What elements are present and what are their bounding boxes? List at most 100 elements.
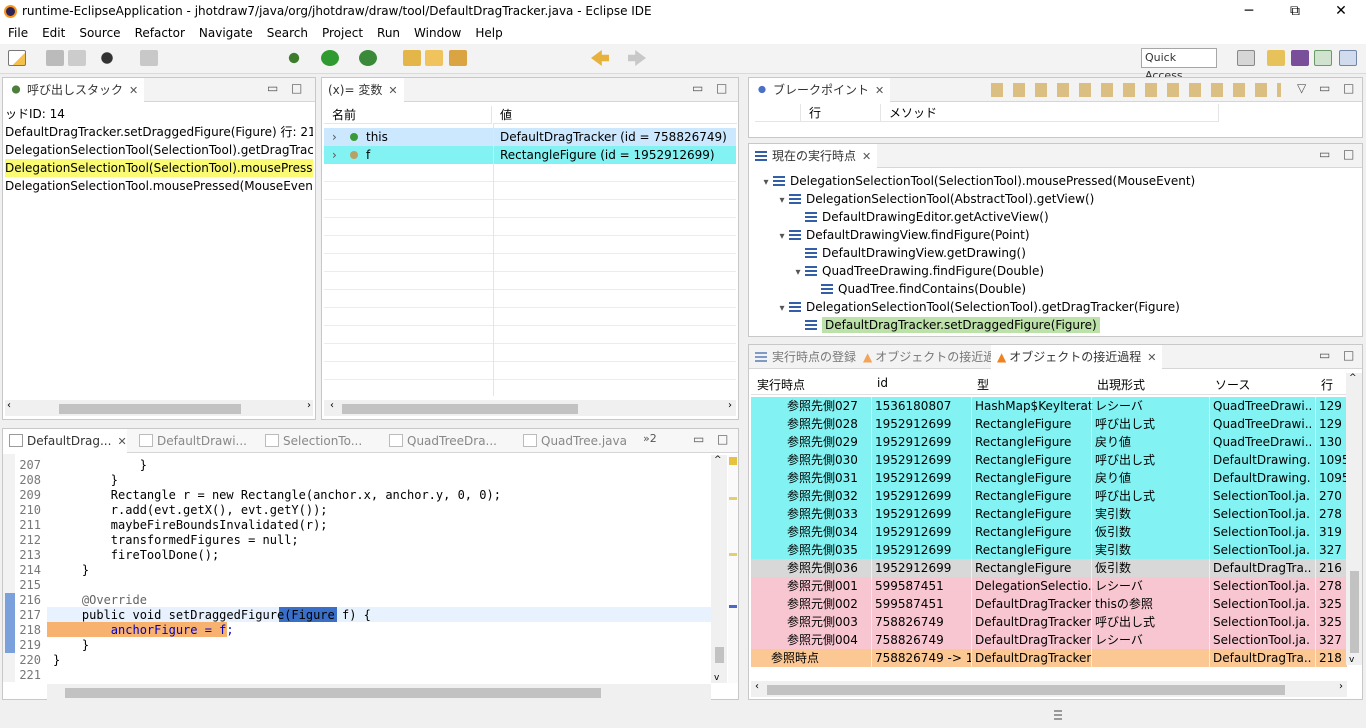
- horizontal-scrollbar[interactable]: ‹ ›: [751, 681, 1347, 697]
- code-line[interactable]: }: [53, 653, 60, 667]
- menu-project[interactable]: Project: [315, 24, 370, 42]
- annotation-marker[interactable]: [729, 497, 737, 500]
- maximize-icon[interactable]: □: [291, 81, 302, 95]
- table-row[interactable]: 参照先側027 1536180807 HashMap$KeyIterat... レシー…: [751, 397, 1347, 415]
- minimize-button[interactable]: ─: [1226, 0, 1272, 24]
- table-row[interactable]: 参照先側035 1952912699 RectangleFigure 実引数 Selec…: [751, 541, 1347, 559]
- tree-node[interactable]: DefaultDrawingView.getDrawing(): [791, 244, 1026, 262]
- vertical-scrollbar[interactable]: ^ v: [711, 455, 727, 683]
- tab-register-exec-point[interactable]: 実行時点の登録: [749, 345, 862, 369]
- table-row[interactable]: 参照元側003 758826749 DefaultDragTracker 呼び出し式 S…: [751, 613, 1347, 631]
- profile-icon[interactable]: [98, 50, 116, 66]
- menu-navigate[interactable]: Navigate: [192, 24, 260, 42]
- search-icon[interactable]: [449, 50, 467, 66]
- tree-node[interactable]: ▾ DelegationSelectionTool(SelectionTool).…: [759, 172, 1195, 190]
- tree-node[interactable]: ▾ DelegationSelectionTool(AbstractTool).g…: [775, 190, 1094, 208]
- close-button[interactable]: ✕: [1318, 0, 1364, 24]
- breakpoint-toolbar[interactable]: [991, 83, 1281, 97]
- toggle-mark-icon[interactable]: [140, 50, 158, 66]
- list-item[interactable]: DefaultDragTracker.setDraggedFigure(Figu…: [5, 123, 313, 141]
- expand-icon[interactable]: ›: [332, 146, 337, 164]
- restore-button[interactable]: ⧉: [1272, 0, 1318, 24]
- column-header-method[interactable]: メソッド: [881, 104, 1219, 122]
- maximize-icon[interactable]: □: [1343, 147, 1354, 161]
- open-perspective-icon[interactable]: [1237, 50, 1255, 66]
- table-row[interactable]: 参照先側032 1952912699 RectangleFigure 呼び出し式 Sel…: [751, 487, 1347, 505]
- table-row[interactable]: 参照先側030 1952912699 RectangleFigure 呼び出し式 Def…: [751, 451, 1347, 469]
- save-icon[interactable]: [46, 50, 64, 66]
- column-header-form[interactable]: 出現形式: [1097, 376, 1145, 393]
- tab-object-approach-1[interactable]: ▲ オブジェクトの接近過程: [857, 345, 1013, 369]
- view-menu-icon[interactable]: ▽: [1297, 81, 1306, 95]
- table-row[interactable]: 参照先側033 1952912699 RectangleFigure 実引数 Selec…: [751, 505, 1347, 523]
- expand-icon[interactable]: ›: [332, 128, 337, 146]
- table-row[interactable]: 参照元側002 599587451 DefaultDragTracker thisの参…: [751, 595, 1347, 613]
- column-header-type[interactable]: 型: [977, 376, 989, 393]
- tab-editor-quadtree[interactable]: QuadTree.java: [517, 429, 633, 453]
- open-type-icon[interactable]: [403, 50, 421, 66]
- tab-editor-quadtreedrawing[interactable]: QuadTreeDra...: [383, 429, 503, 453]
- code-line[interactable]: transformedFigures = null;: [53, 533, 299, 547]
- list-item[interactable]: DelegationSelectionTool.mousePressed(Mou…: [5, 177, 313, 195]
- horizontal-scrollbar[interactable]: [47, 684, 711, 700]
- list-item-highlighted[interactable]: DelegationSelectionTool(SelectionTool).m…: [5, 159, 313, 177]
- tree-node[interactable]: ▾ QuadTreeDrawing.findFigure(Double): [791, 262, 1044, 280]
- table-row[interactable]: 参照先側036 1952912699 RectangleFigure 仮引数 Defau…: [751, 559, 1347, 577]
- table-row[interactable]: 参照先側034 1952912699 RectangleFigure 仮引数 Selec…: [751, 523, 1347, 541]
- annotation-marker[interactable]: [729, 553, 737, 556]
- vertical-scrollbar[interactable]: ^ v: [1346, 373, 1362, 665]
- table-row[interactable]: 参照元側001 599587451 DelegationSelectio... レシー…: [751, 577, 1347, 595]
- minimize-icon[interactable]: ▭: [1319, 147, 1330, 161]
- annotation-marker[interactable]: [729, 605, 737, 608]
- column-header-line[interactable]: 行: [801, 104, 881, 122]
- column-header-name[interactable]: 名前: [324, 106, 492, 124]
- quick-access-input[interactable]: Quick Access: [1141, 48, 1217, 82]
- git-perspective-icon[interactable]: [1291, 50, 1309, 66]
- close-icon[interactable]: ✕: [117, 435, 126, 448]
- table-row[interactable]: › f RectangleFigure (id = 1952912699): [324, 146, 736, 164]
- tree-node[interactable]: ▾ DelegationSelectionTool(SelectionTool).…: [775, 298, 1179, 318]
- collapse-icon[interactable]: ▾: [775, 300, 789, 318]
- collapse-icon[interactable]: ▾: [775, 192, 789, 210]
- tree-node[interactable]: ▾ DefaultDrawingView.findFigure(Point): [775, 226, 1029, 244]
- menu-window[interactable]: Window: [407, 24, 468, 42]
- code-line[interactable]: fireToolDone();: [53, 548, 219, 562]
- debug-perspective-icon[interactable]: [1314, 50, 1332, 66]
- code-line[interactable]: @Override: [53, 593, 147, 607]
- maximize-icon[interactable]: □: [717, 432, 728, 446]
- menu-search[interactable]: Search: [260, 24, 315, 42]
- debug-icon[interactable]: [285, 50, 303, 66]
- code-line[interactable]: }: [53, 473, 118, 487]
- code-line[interactable]: public void setDraggedFigure(Figure f) {: [53, 608, 371, 622]
- close-icon[interactable]: ✕: [1147, 351, 1156, 364]
- more-tabs-button[interactable]: »2: [643, 432, 657, 445]
- menu-edit[interactable]: Edit: [35, 24, 72, 42]
- column-header-id[interactable]: id: [877, 376, 888, 390]
- tab-editor-defaultdrawing[interactable]: DefaultDrawi...: [133, 429, 253, 453]
- coverage-icon[interactable]: [359, 50, 377, 66]
- tree-node[interactable]: QuadTree.findContains(Double): [807, 280, 1026, 298]
- tab-editor-selectiontool[interactable]: SelectionTo...: [259, 429, 368, 453]
- horizontal-scrollbar[interactable]: ‹ ›: [5, 400, 313, 416]
- horizontal-scrollbar[interactable]: ‹ ›: [324, 400, 736, 416]
- minimize-icon[interactable]: ▭: [692, 81, 703, 95]
- run-icon[interactable]: [321, 50, 339, 66]
- code-line[interactable]: maybeFireBoundsInvalidated(r);: [53, 518, 328, 532]
- minimize-icon[interactable]: ▭: [693, 432, 704, 446]
- warning-marker-icon[interactable]: [729, 457, 737, 465]
- code-line[interactable]: }: [53, 563, 89, 577]
- maximize-icon[interactable]: □: [716, 81, 727, 95]
- menu-run[interactable]: Run: [370, 24, 407, 42]
- tab-variables[interactable]: (x)= 変数 ✕: [322, 78, 404, 102]
- maximize-icon[interactable]: □: [1343, 348, 1354, 362]
- new-icon[interactable]: [8, 50, 26, 66]
- table-row[interactable]: › this DefaultDragTracker (id = 75882674…: [324, 128, 736, 146]
- tree-node[interactable]: DefaultDragTracker.setDraggedFigure(Figu…: [791, 316, 1100, 334]
- column-header-line[interactable]: 行: [1321, 376, 1333, 393]
- column-header-exec-point[interactable]: 実行時点: [757, 376, 805, 393]
- code-area[interactable]: 207 } 208 } 209 Rectangle r = new Rectangl…: [3, 458, 713, 684]
- menu-help[interactable]: Help: [468, 24, 509, 42]
- table-row[interactable]: 参照先側028 1952912699 RectangleFigure 呼び出し式 Qua…: [751, 415, 1347, 433]
- collapse-icon[interactable]: ▾: [791, 264, 805, 282]
- table-row[interactable]: 参照時点758826749 -> 1...DefaultDragTracker …: [751, 649, 1347, 667]
